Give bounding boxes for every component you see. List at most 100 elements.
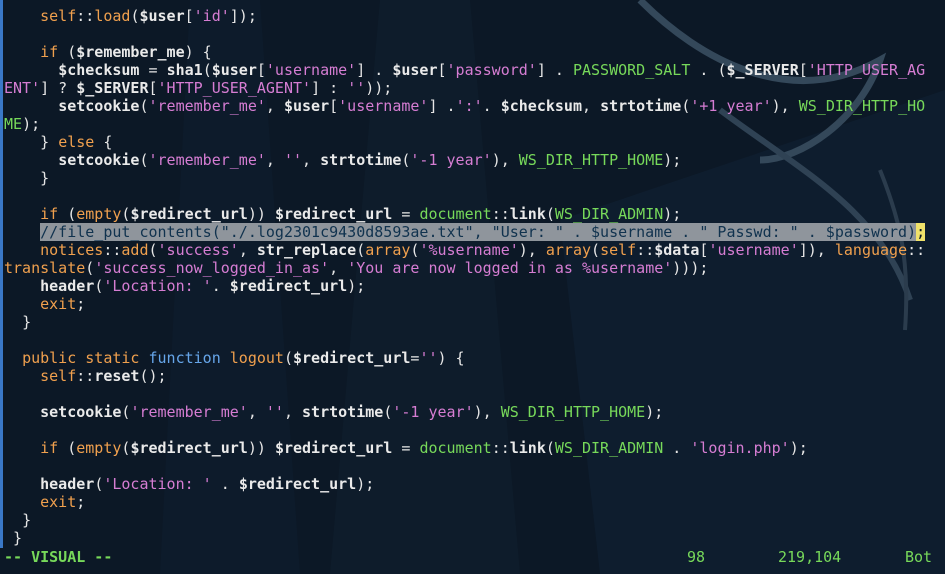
code-token: setcookie — [58, 151, 140, 169]
code-line[interactable]: $checksum = sha1($user['username'] . $us… — [4, 61, 945, 79]
code-token: , — [247, 403, 266, 421]
cursor-position: 219,104 — [778, 548, 842, 566]
code-line[interactable]: if ($remember_me) { — [4, 43, 945, 61]
code-token: ); — [663, 205, 682, 223]
code-token: 'remember_me' — [148, 151, 266, 169]
code-token: $redirect_url — [274, 205, 393, 223]
code-token: 'HTTP_USER_AG — [807, 61, 926, 79]
code-token: array — [545, 241, 592, 259]
code-line[interactable] — [4, 385, 945, 403]
code-token: [ — [148, 79, 158, 97]
code-token: $data — [654, 241, 700, 259]
code-token: 'Location: ' — [103, 277, 212, 295]
code-line[interactable]: } — [4, 511, 945, 529]
code-line[interactable]: ENT'] ? $_SERVER['HTTP_USER_AGENT'] : ''… — [4, 79, 945, 97]
code-line[interactable]: exit; — [4, 295, 945, 313]
code-token: { — [94, 133, 113, 151]
code-token: empty — [76, 439, 122, 457]
code-token: ), — [473, 403, 501, 421]
code-line[interactable] — [4, 187, 945, 205]
code-line[interactable]: if (empty($redirect_url)) $redirect_url … — [4, 439, 945, 457]
code-token: [ — [329, 97, 339, 115]
code-line[interactable]: translate('success_now_logged_in_as', 'Y… — [4, 259, 945, 277]
code-line[interactable] — [4, 457, 945, 475]
code-token: :: — [103, 241, 122, 259]
code-token: ':' — [455, 97, 483, 115]
code-token: $redirect_url — [293, 349, 411, 367]
code-token: :: — [76, 7, 95, 25]
terminal-window[interactable]: self::load($user['id']); if ($remember_m… — [0, 0, 945, 574]
code-line[interactable]: } else { — [4, 133, 945, 151]
code-token: else — [58, 133, 95, 151]
code-token: ] ? — [40, 79, 77, 97]
code-token: ( — [283, 349, 293, 367]
code-token: setcookie — [58, 97, 140, 115]
code-token: strtotime — [600, 97, 682, 115]
code-line[interactable]: self::reset(); — [4, 367, 945, 385]
code-token: PASSWORD_SALT — [572, 61, 691, 79]
code-token: $user — [139, 7, 185, 25]
code-token: , — [283, 403, 303, 421]
code-token: ] . — [536, 61, 573, 79]
code-line[interactable]: header('Location: '. $redirect_url); — [4, 277, 945, 295]
code-token: language — [834, 241, 908, 259]
code-line[interactable]: ME); — [4, 115, 945, 133]
code-token: ( — [202, 61, 212, 79]
code-token: exit — [40, 493, 77, 511]
code-buffer[interactable]: self::load($user['id']); if ($remember_m… — [4, 7, 945, 547]
code-token: [ — [184, 7, 194, 25]
code-token: header — [40, 277, 95, 295]
code-token: $redirect_url — [130, 439, 248, 457]
code-line[interactable]: public static function logout($redirect_… — [4, 349, 945, 367]
code-line[interactable]: } — [4, 529, 945, 547]
code-token: public — [22, 349, 77, 367]
code-token: ]); — [229, 7, 257, 25]
code-token: '-1 year' — [410, 151, 492, 169]
code-line[interactable]: setcookie('remember_me', '', strtotime('… — [4, 403, 945, 421]
code-token: ME — [4, 115, 23, 133]
code-token: $user — [283, 97, 330, 115]
code-line[interactable]: notices::add('success', str_replace(arra… — [4, 241, 945, 259]
vim-statusline: -- VISUAL -- 98 219,104 Bot — [0, 548, 945, 566]
code-token: 'username' — [338, 97, 429, 115]
code-token: )) — [247, 439, 275, 457]
code-token: ( — [58, 439, 77, 457]
code-token: WS_DIR_ADMIN — [554, 439, 664, 457]
code-line[interactable]: setcookie('remember_me', '', strtotime('… — [4, 151, 945, 169]
code-token: self — [600, 241, 637, 259]
code-line[interactable]: exit; — [4, 493, 945, 511]
code-token: ( — [545, 439, 555, 457]
code-token: document — [419, 439, 492, 457]
code-token: } — [40, 133, 59, 151]
code-token: '%username' — [419, 241, 519, 259]
code-token: logout — [229, 349, 284, 367]
code-token: ), — [771, 97, 799, 115]
code-token: ); — [356, 475, 375, 493]
code-token: 'success_now_logged_in_as' — [94, 259, 330, 277]
code-token: notices — [40, 241, 104, 259]
code-token: document — [419, 205, 492, 223]
code-token: empty — [76, 205, 122, 223]
code-token: 'password' — [446, 61, 537, 79]
code-line[interactable]: setcookie('remember_me', $user['username… — [4, 97, 945, 115]
code-line[interactable]: } — [4, 169, 945, 187]
code-token: ( — [356, 241, 366, 259]
code-line[interactable] — [4, 331, 945, 349]
code-line[interactable] — [4, 421, 945, 439]
code-token: )); — [365, 79, 393, 97]
code-line[interactable]: } — [4, 313, 945, 331]
code-line[interactable]: //file_put_contents("./.log2301c9430d859… — [4, 223, 945, 241]
code-line[interactable]: if (empty($redirect_url)) $redirect_url … — [4, 205, 945, 223]
code-line[interactable]: header('Location: ' . $redirect_url); — [4, 475, 945, 493]
code-token: } — [22, 313, 32, 331]
code-line[interactable]: self::load($user['id']); — [4, 7, 945, 25]
code-line[interactable] — [4, 25, 945, 43]
code-token: ( — [94, 475, 104, 493]
